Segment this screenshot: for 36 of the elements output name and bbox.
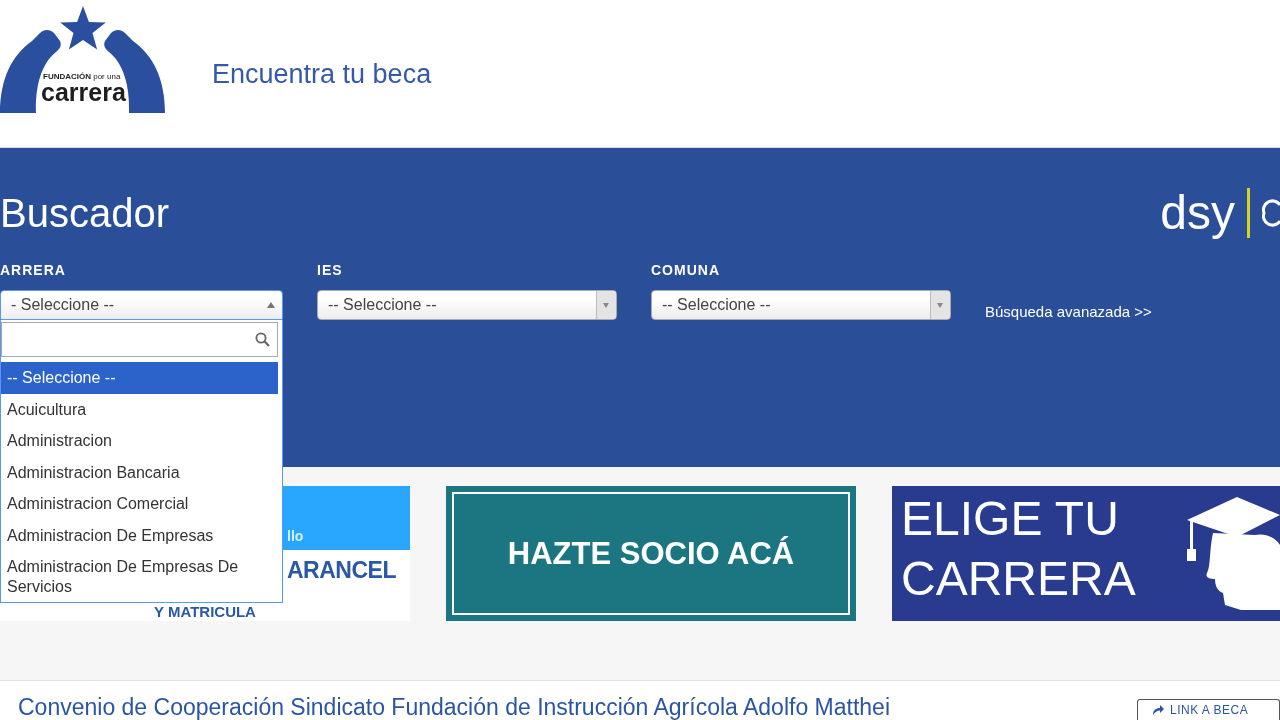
- banner-text: ELIGE TU: [901, 491, 1120, 547]
- dropdown-option[interactable]: -- Seleccione --: [1, 362, 278, 394]
- site-title: Encuentra tu beca: [212, 57, 432, 90]
- select-field[interactable]: - Seleccione --: [0, 290, 283, 320]
- panel-title: Buscador: [0, 190, 169, 237]
- banner-text: Y MATRICULA: [154, 604, 256, 620]
- advanced-search-link[interactable]: Búsqueda avanazada >>: [985, 303, 1280, 321]
- search-icon: [255, 332, 270, 347]
- search-field[interactable]: [1, 322, 278, 357]
- filter-label: ARRERA: [0, 262, 67, 279]
- share-icon: [1152, 704, 1164, 716]
- caret-icon: [596, 291, 616, 319]
- banner-text: HAZTE SOCIO ACÁ: [507, 535, 795, 572]
- caret-icon: [267, 302, 275, 308]
- banner-text: llo: [287, 528, 304, 544]
- select-field[interactable]: -- Seleccione --: [317, 290, 617, 320]
- scholarship-title: Convenio de Cooperación Sindicato Fundación de Instrucción Agrícola Adolfo Matthei: [18, 695, 890, 719]
- dropdown-option[interactable]: Administracion De Empresas: [1, 519, 278, 551]
- select-field[interactable]: -- Seleccione --: [651, 290, 951, 320]
- dropdown-option[interactable]: Administracion Bancaria: [1, 456, 278, 488]
- banner-text: ARANCEL: [287, 556, 397, 584]
- filter-label: COMUNA: [651, 262, 721, 279]
- logo-text: carrera: [41, 79, 126, 105]
- dropdown-option[interactable]: Acuicultura: [1, 393, 278, 425]
- banner-text: CARRERA: [901, 551, 1137, 607]
- arc-icon: [1262, 198, 1280, 228]
- promo-banner[interactable]: ELIGE TU CARRERA: [892, 486, 1280, 621]
- caret-icon: [930, 291, 950, 319]
- partner-logo-text: dsy: [1160, 188, 1235, 238]
- dropdown-option[interactable]: Administracion Comercial: [1, 488, 278, 520]
- dropdown-option[interactable]: Administracion: [1, 425, 278, 457]
- filter-label: IES: [317, 262, 344, 279]
- logo-text: FUNDACIÓN por una: [43, 72, 121, 81]
- link-button[interactable]: LINK A BECA: [1137, 699, 1280, 720]
- dropdown-option[interactable]: Administracion De Empresas De Servicios: [1, 551, 278, 602]
- promo-banner[interactable]: HAZTE SOCIO ACÁ: [446, 486, 856, 621]
